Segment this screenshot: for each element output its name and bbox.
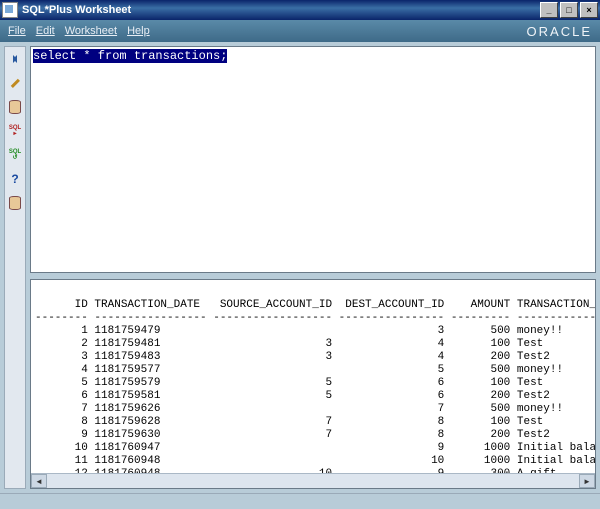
sql-editor[interactable]: select * from transactions; bbox=[31, 47, 595, 272]
results-pane: ID TRANSACTION_DATE SOURCE_ACCOUNT_ID DE… bbox=[30, 279, 596, 489]
menu-file[interactable]: File bbox=[8, 25, 26, 37]
database-icon bbox=[9, 100, 21, 114]
scroll-right-button[interactable]: ► bbox=[579, 474, 595, 488]
tools-button[interactable] bbox=[7, 75, 23, 91]
title-bar: SQL*Plus Worksheet _ □ × bbox=[0, 0, 600, 20]
menu-help[interactable]: Help bbox=[127, 25, 150, 37]
sql-editor-pane: select * from transactions; bbox=[30, 46, 596, 273]
maximize-button[interactable]: □ bbox=[560, 2, 578, 18]
app-icon bbox=[2, 2, 18, 18]
minimize-button[interactable]: _ bbox=[540, 2, 558, 18]
exit-button[interactable] bbox=[7, 195, 23, 211]
exit-icon bbox=[9, 196, 21, 210]
close-button[interactable]: × bbox=[580, 2, 598, 18]
results-output[interactable]: ID TRANSACTION_DATE SOURCE_ACCOUNT_ID DE… bbox=[31, 280, 595, 488]
sql-run-icon: SQL▸ bbox=[9, 125, 21, 137]
window-title: SQL*Plus Worksheet bbox=[22, 4, 131, 16]
status-bar bbox=[0, 493, 600, 509]
connect-icon bbox=[9, 53, 21, 65]
menu-edit[interactable]: Edit bbox=[36, 25, 55, 37]
scroll-track[interactable] bbox=[47, 475, 579, 487]
connect-button[interactable] bbox=[7, 51, 23, 67]
workspace: SQL▸ SQL↺ ? select * from transactions; … bbox=[0, 42, 600, 493]
panes: select * from transactions; ID TRANSACTI… bbox=[30, 46, 596, 489]
results-h-scrollbar[interactable]: ◄ ► bbox=[31, 473, 595, 488]
wrench-icon bbox=[7, 75, 24, 92]
help-icon: ? bbox=[10, 173, 20, 185]
brand-label: ORACLE bbox=[527, 24, 592, 39]
sql-history-icon: SQL↺ bbox=[9, 149, 21, 161]
sql-query-text: select * from transactions; bbox=[33, 49, 227, 63]
help-button[interactable]: ? bbox=[7, 171, 23, 187]
database-button[interactable] bbox=[7, 99, 23, 115]
sql-history-button[interactable]: SQL↺ bbox=[7, 147, 23, 163]
scroll-left-button[interactable]: ◄ bbox=[31, 474, 47, 488]
left-toolbar: SQL▸ SQL↺ ? bbox=[4, 46, 26, 489]
menu-bar: File Edit Worksheet Help ORACLE bbox=[0, 20, 600, 42]
run-sql-button[interactable]: SQL▸ bbox=[7, 123, 23, 139]
menu-worksheet[interactable]: Worksheet bbox=[65, 25, 117, 37]
